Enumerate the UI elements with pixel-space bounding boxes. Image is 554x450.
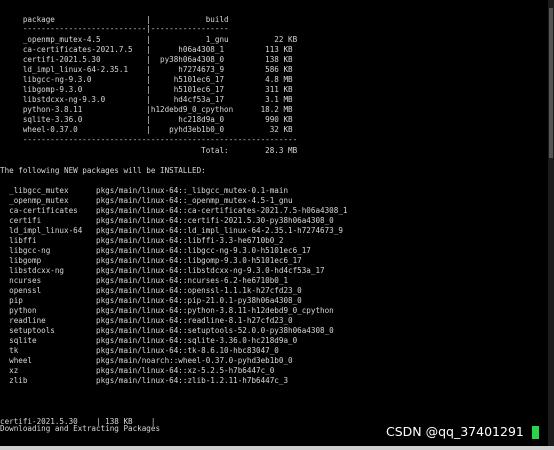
terminal-line: libstdcxx-ng-9.3.0 | hd4cf53a_17 3.1 MB	[0, 95, 293, 104]
terminal-line: zlib pkgs/main/linux-64::zlib-1.2.11-h7b…	[0, 376, 289, 385]
terminal-line: openssl pkgs/main/linux-64::openssl-1.1.…	[0, 286, 302, 295]
terminal-line: libgomp pkgs/main/linux-64::libgomp-9.3.…	[0, 256, 302, 265]
terminal-line: ca-certificates pkgs/main/linux-64::ca-c…	[0, 206, 348, 215]
terminal-line: setuptools pkgs/main/linux-64::setuptool…	[0, 326, 334, 335]
terminal-line: libgomp-9.3.0 | h5101ec6_17 311 KB	[0, 85, 293, 94]
status-bar	[0, 446, 554, 450]
terminal-line: ca-certificates-2021.7.5 | h06a4308_1 11…	[0, 45, 293, 54]
terminal-line: readline pkgs/main/linux-64::readline-8.…	[0, 316, 293, 325]
terminal-line: sqlite pkgs/main/linux-64::sqlite-3.36.0…	[0, 336, 298, 345]
terminal-line: pip pkgs/main/linux-64::pip-21.0.1-py38h…	[0, 296, 302, 305]
terminal-line: _libgcc_mutex pkgs/main/linux-64::_libgc…	[0, 186, 289, 195]
vertical-scrollbar[interactable]	[548, 0, 554, 446]
csdn-watermark: CSDN @qq_37401291	[386, 424, 524, 439]
terminal-line: wheel pkgs/main/noarch::wheel-0.37.0-pyh…	[0, 356, 293, 365]
terminal-line: ---------------------------|------------…	[0, 24, 229, 33]
terminal-line: libstdcxx-ng pkgs/main/linux-64::libstdc…	[0, 266, 325, 275]
terminal-line: ncurses pkgs/main/linux-64::ncurses-6.2-…	[0, 276, 289, 285]
terminal-window[interactable]: package | build ------------------------…	[0, 0, 548, 446]
terminal-line: _openmp_mutex pkgs/main/linux-64::_openm…	[0, 196, 293, 205]
scrollbar-thumb[interactable]	[549, 8, 553, 158]
terminal-line: tk pkgs/main/linux-64::tk-8.6.10-hbc8304…	[0, 346, 279, 355]
terminal-line: libgcc-ng-9.3.0 | h5101ec6_17 4.8 MB	[0, 75, 293, 84]
terminal-line: python pkgs/main/linux-64::python-3.8.11…	[0, 306, 334, 315]
terminal-line: certifi pkgs/main/linux-64::certifi-2021…	[0, 216, 334, 225]
terminal-line: Total: 28.3 MB	[0, 146, 298, 155]
terminal-line: ----------------------------------------…	[0, 135, 298, 144]
downloading-heading: certifi-2021.5.30 | 138 KB |	[0, 417, 156, 426]
terminal-line: certifi-2021.5.30 | py38h06a4308_0 138 K…	[0, 55, 293, 64]
terminal-line: python-3.8.11 |h12debd9_0_cpython 18.2 M…	[0, 105, 293, 114]
terminal-line: package | build	[0, 15, 229, 24]
terminal-line: _openmp_mutex-4.5 | 1_gnu 22 KB	[0, 35, 298, 44]
terminal-line: The following NEW packages will be INSTA…	[0, 166, 206, 175]
terminal-line: xz pkgs/main/linux-64::xz-5.2.5-h7b6447c…	[0, 366, 275, 375]
terminal-line: ld_impl_linux-64 pkgs/main/linux-64::ld_…	[0, 226, 343, 235]
terminal-line: wheel-0.37.0 | pyhd3eb1b0_0 32 KB	[0, 125, 293, 134]
terminal-line: sqlite-3.36.0 | hc218d9a_0 990 KB	[0, 115, 293, 124]
terminal-line: ld_impl_linux-64-2.35.1 | h7274673_9 586…	[0, 65, 293, 74]
terminal-cursor	[532, 426, 539, 439]
terminal-line: libffi pkgs/main/linux-64::libffi-3.3-he…	[0, 236, 284, 245]
terminal-line: libgcc-ng pkgs/main/linux-64::libgcc-ng-…	[0, 246, 311, 255]
